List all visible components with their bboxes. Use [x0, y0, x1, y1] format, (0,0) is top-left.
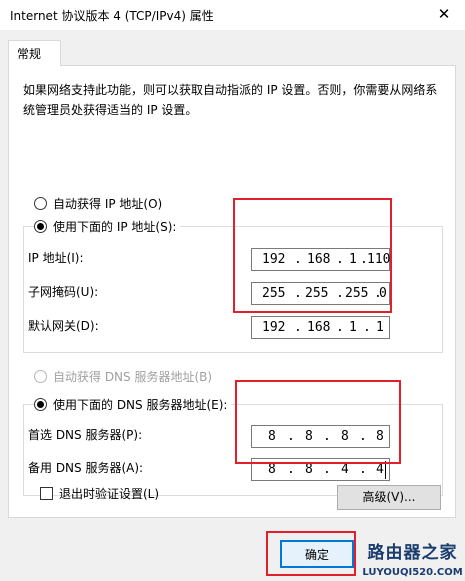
description-text: 如果网络支持此功能，则可以获取自动指派的 IP 设置。否则，你需要从网络系统管理…: [23, 83, 438, 117]
octet-dot: .: [323, 429, 331, 444]
octet: 168: [307, 252, 331, 267]
octet-dot: .: [287, 462, 295, 477]
alternate-dns-input[interactable]: 8 . 8 . 4 . 4: [251, 458, 390, 481]
octet: 4: [341, 462, 349, 477]
ip-address-label: IP 地址(I):: [28, 251, 84, 265]
dns-manual-radio[interactable]: 使用下面的 DNS 服务器地址(E):: [34, 395, 232, 413]
octet: 168: [307, 320, 331, 335]
radio-button-selected[interactable]: [34, 397, 47, 411]
octet-dot: .: [359, 429, 367, 444]
dns-auto-radio[interactable]: 自动获得 DNS 服务器地址(B): [34, 367, 212, 385]
dns-auto-label: 自动获得 DNS 服务器地址(B): [53, 369, 213, 384]
octet-dot: .: [294, 252, 302, 267]
octet: 8: [305, 462, 313, 477]
subnet-mask-label: 子网掩码(U):: [28, 285, 99, 299]
octet-dot: .: [294, 320, 302, 335]
close-icon[interactable]: ✕: [431, 2, 457, 26]
octet-dot: .: [287, 429, 295, 444]
default-gateway-label: 默认网关(D):: [28, 319, 99, 333]
default-gateway-input[interactable]: 192 . 168 . 1 . 1: [251, 316, 390, 339]
text-cursor: [385, 461, 386, 479]
alternate-dns-label: 备用 DNS 服务器(A):: [28, 461, 144, 475]
advanced-button[interactable]: 高级(V)...: [337, 485, 441, 510]
octet-dot: .: [323, 462, 331, 477]
validate-settings-checkbox[interactable]: 退出时验证设置(L): [40, 485, 159, 502]
octet: 4: [376, 462, 384, 477]
dns-manual-label: 使用下面的 DNS 服务器地址(E):: [53, 397, 228, 412]
radio-button-selected[interactable]: [34, 219, 47, 233]
watermark-logo: 路由器之家 LUYOUQI520.COM: [360, 540, 465, 581]
general-panel: 如果网络支持此功能，则可以获取自动指派的 IP 设置。否则，你需要从网络系统管理…: [8, 65, 456, 518]
octet: 0: [379, 286, 387, 301]
validate-settings-label: 退出时验证设置(L): [59, 487, 160, 501]
watermark-brand: 路由器之家: [367, 543, 458, 563]
octet: 110: [367, 252, 391, 267]
octet: 1: [349, 320, 357, 335]
dns-manual-group: [23, 404, 443, 496]
octet: 255: [262, 286, 286, 301]
octet-dot: .: [359, 462, 367, 477]
octet: 8: [268, 429, 276, 444]
dialog-client: 常规 如果网络支持此功能，则可以获取自动指派的 IP 设置。否则，你需要从网络系…: [0, 30, 465, 581]
octet-dot: .: [363, 320, 371, 335]
ip-auto-radio[interactable]: 自动获得 IP 地址(O): [34, 194, 162, 212]
octet-dot: .: [336, 252, 344, 267]
octet-dot: .: [336, 286, 344, 301]
octet: 192: [262, 252, 286, 267]
ip-manual-radio[interactable]: 使用下面的 IP 地址(S):: [34, 217, 181, 235]
watermark-url: LUYOUQI520.COM: [362, 567, 463, 578]
preferred-dns-label: 首选 DNS 服务器(P):: [28, 428, 143, 442]
ip-address-input[interactable]: 192 . 168 . 1 . 110: [251, 248, 390, 271]
octet: 255: [345, 286, 369, 301]
octet: 8: [341, 429, 349, 444]
octet: 192: [262, 320, 286, 335]
octet-dot: .: [336, 320, 344, 335]
octet: 1: [376, 320, 384, 335]
octet: 8: [268, 462, 276, 477]
octet: 8: [305, 429, 313, 444]
ip-auto-label: 自动获得 IP 地址(O): [53, 196, 163, 211]
radio-button[interactable]: [34, 196, 47, 210]
octet-dot: .: [294, 286, 302, 301]
tab-general[interactable]: 常规: [8, 40, 61, 66]
ip-manual-label: 使用下面的 IP 地址(S):: [53, 219, 177, 234]
title-bar: Internet 协议版本 4 (TCP/IPv4) 属性 ✕: [0, 0, 465, 30]
octet: 255: [305, 286, 329, 301]
preferred-dns-input[interactable]: 8 . 8 . 8 . 8: [251, 425, 390, 448]
checkbox[interactable]: [40, 487, 53, 500]
subnet-mask-input[interactable]: 255 . 255 . 255 . 0: [251, 282, 390, 305]
octet: 1: [349, 252, 357, 267]
octet: 8: [376, 429, 384, 444]
window-title: Internet 协议版本 4 (TCP/IPv4) 属性: [10, 9, 214, 23]
ok-button[interactable]: 确定: [280, 540, 354, 568]
radio-button-disabled[interactable]: [34, 369, 47, 383]
